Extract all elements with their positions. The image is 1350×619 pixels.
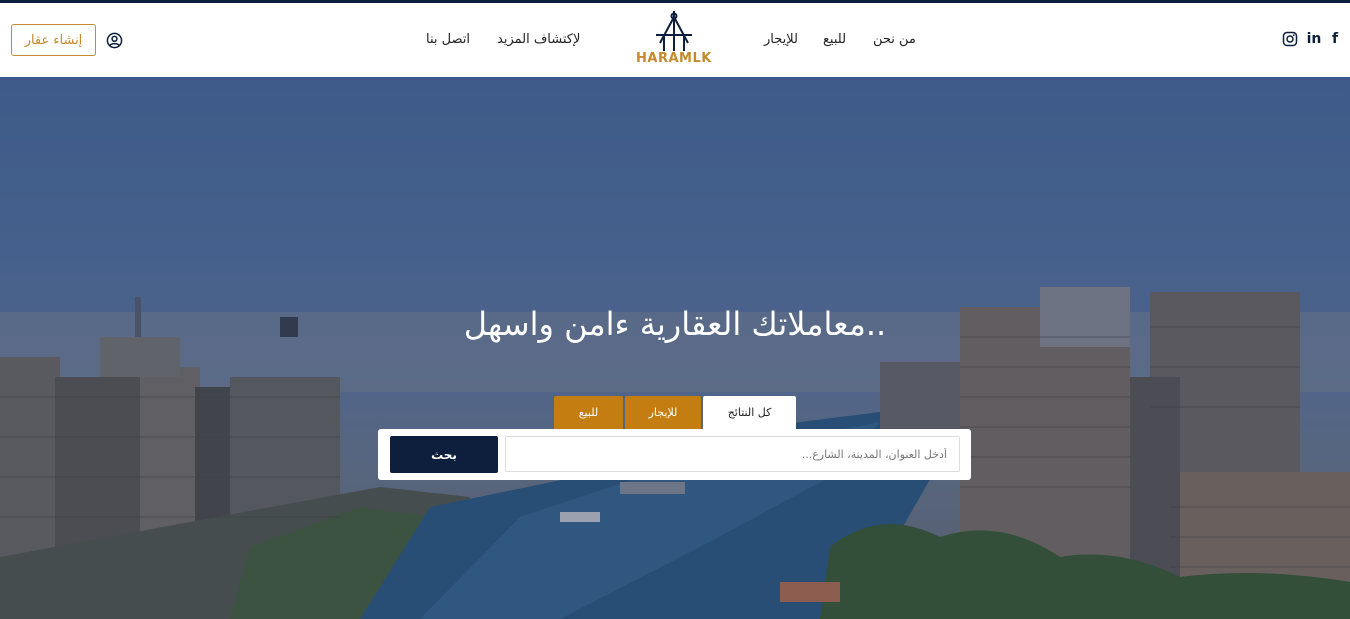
hero-overlay [0,77,1350,619]
tab-sale[interactable]: للبيع [554,396,623,429]
hero-section: معاملاتك العقارية ءامن واسهل.. كل النتائ… [0,77,1350,619]
facebook-icon[interactable]: f [1329,30,1341,48]
logo-wordmark: HARAMLK [636,51,712,66]
user-account-icon[interactable] [106,32,123,49]
nav-rent-link[interactable]: للإيجار [764,32,798,47]
hero-headline: معاملاتك العقارية ءامن واسهل.. [463,305,887,343]
search-button[interactable]: بحث [390,436,498,473]
search-input[interactable] [505,436,960,472]
search-panel: بحث [378,429,971,480]
site-header: إنشاء عقار اتصل بنا لإكتشاف المزيد HARAM… [0,3,1350,77]
tab-rent[interactable]: للإيجار [625,396,701,429]
create-property-button[interactable]: إنشاء عقار [11,24,96,56]
linkedin-icon[interactable]: in [1305,30,1323,48]
instagram-icon[interactable] [1282,30,1298,48]
nav-discover-link[interactable]: لإكتشاف المزيد [497,32,580,47]
nav-contact-link[interactable]: اتصل بنا [426,32,470,47]
nav-sale-link[interactable]: للبيع [823,32,846,47]
nav-about-link[interactable]: من نحن [873,32,916,47]
tab-all-results[interactable]: كل النتائج [703,396,796,429]
